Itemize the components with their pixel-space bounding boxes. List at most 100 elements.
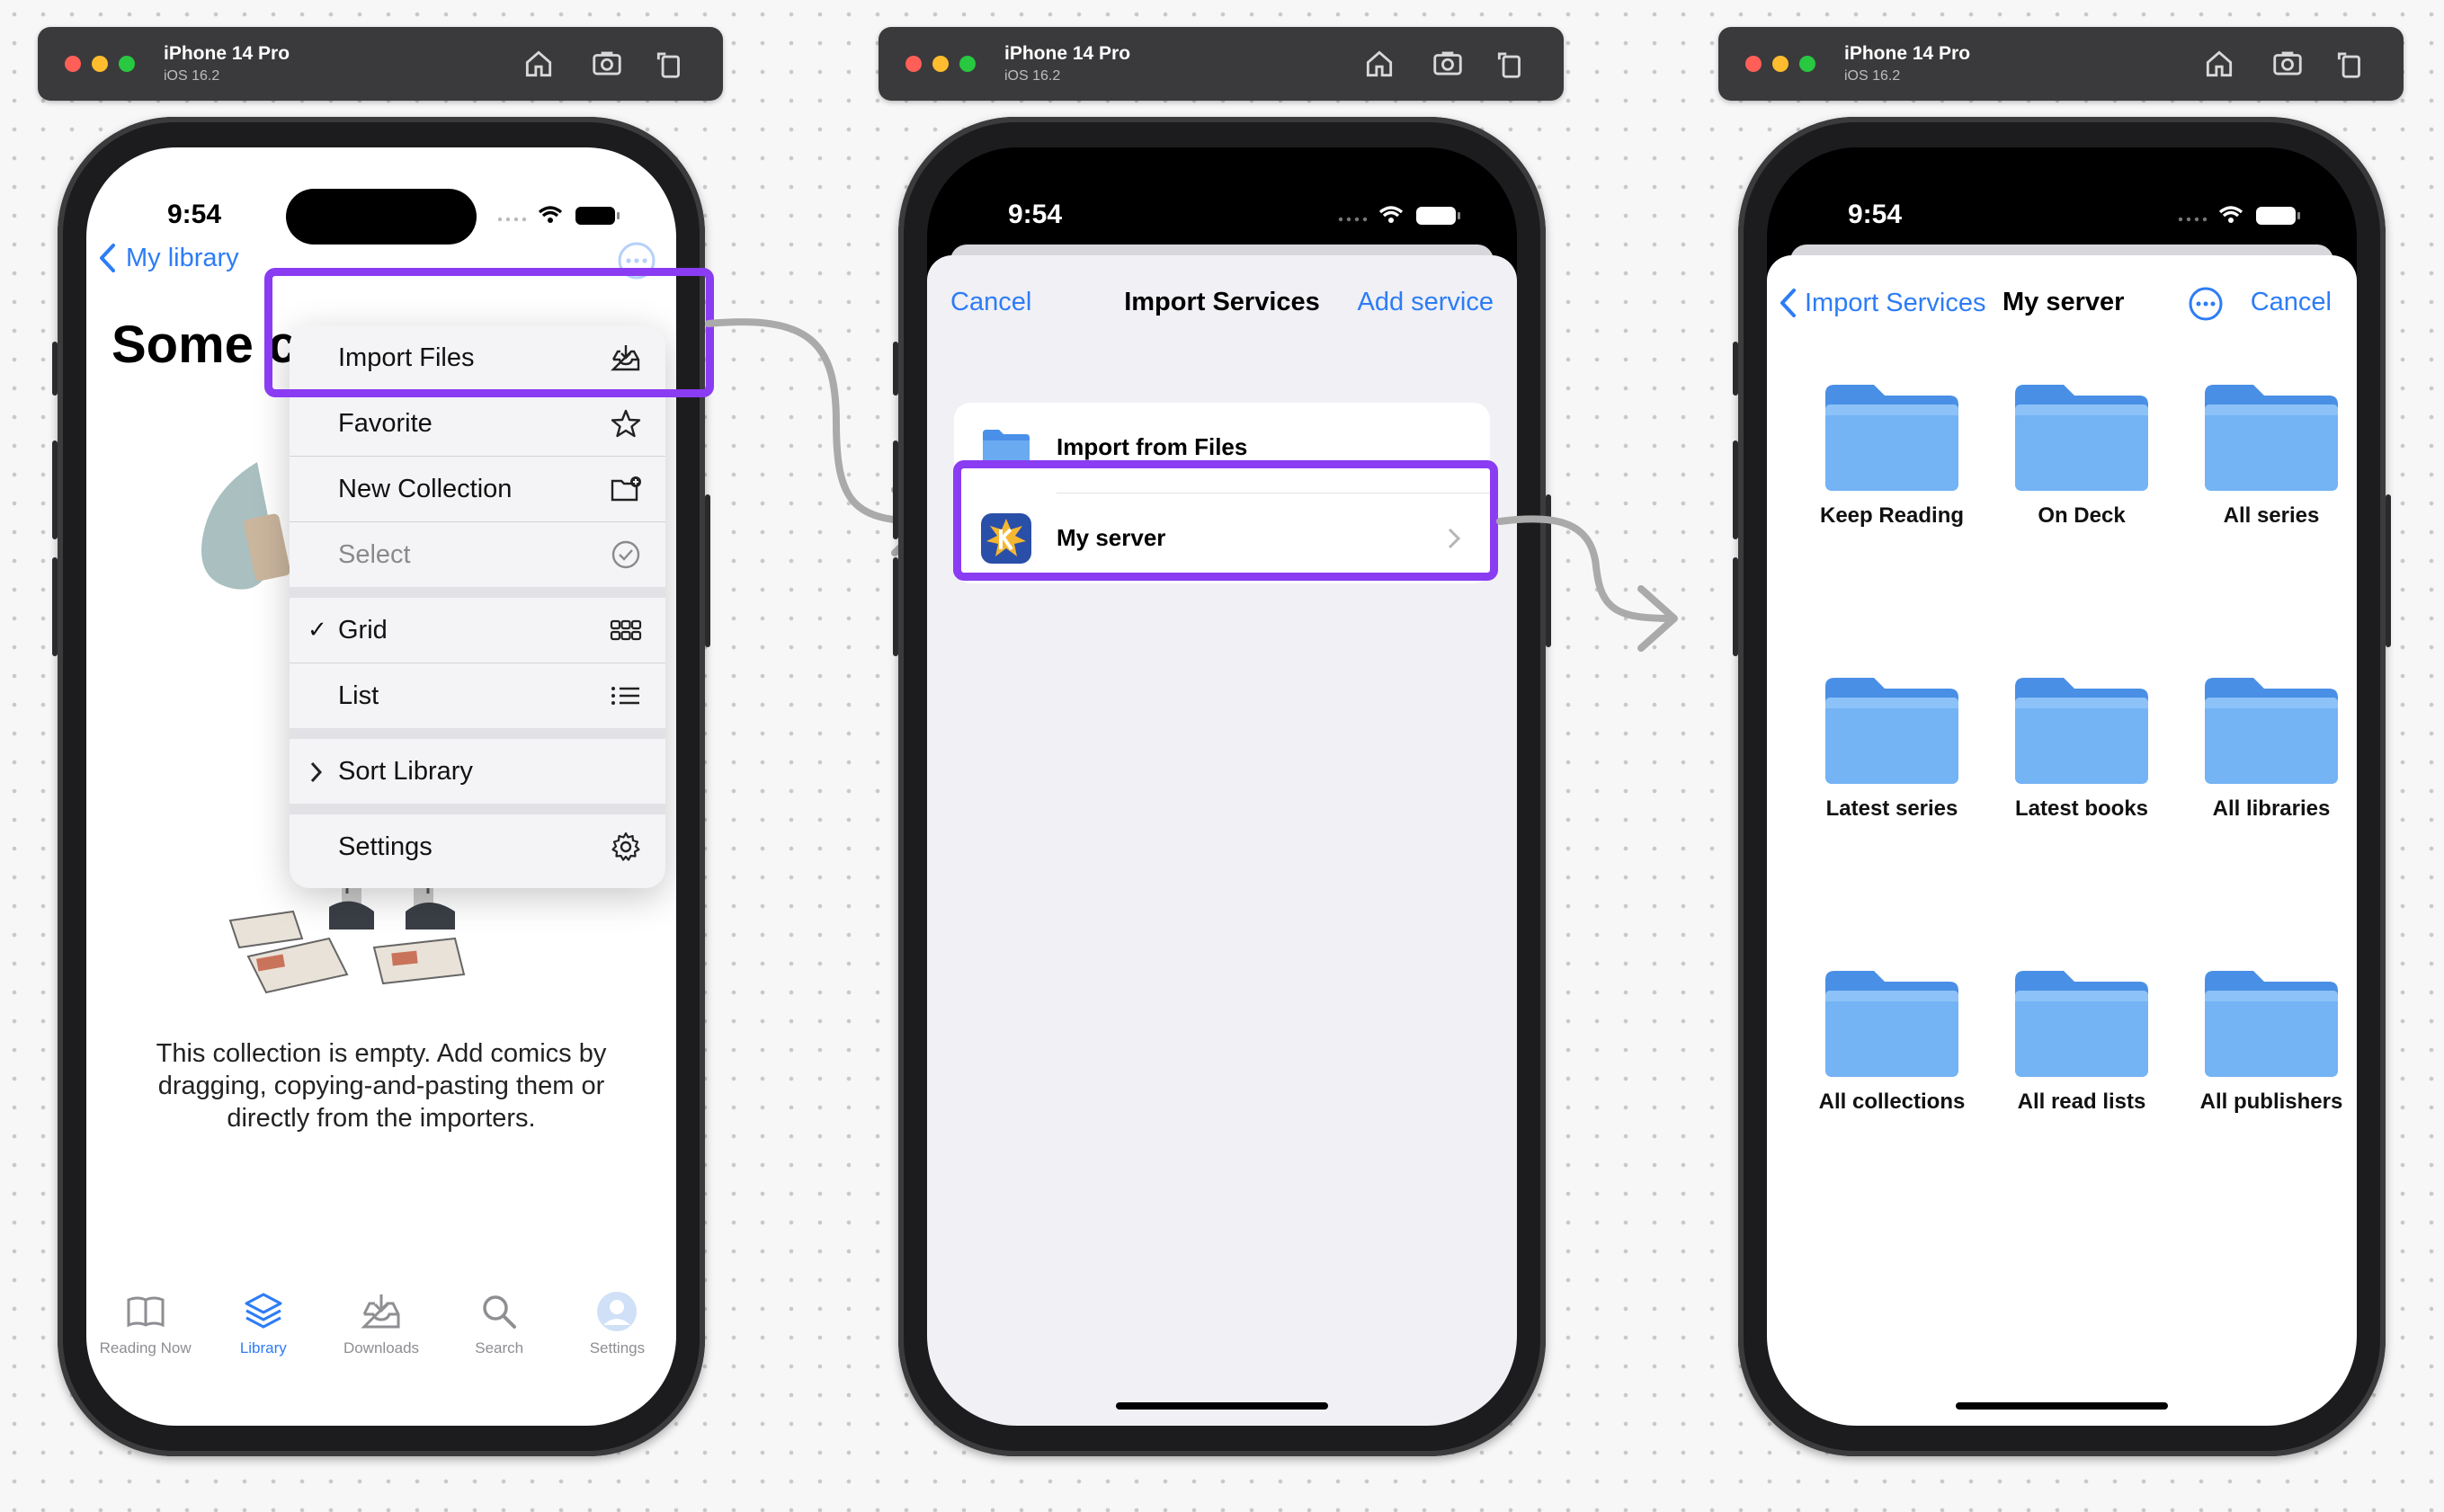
tab-search[interactable]: Search	[441, 1273, 558, 1381]
tab-label: Library	[239, 1339, 287, 1356]
zoom-window-button[interactable]	[119, 56, 135, 72]
menu-item-select: Select	[290, 522, 665, 587]
folder-item[interactable]: All libraries	[2177, 669, 2357, 822]
folder-item[interactable]: Latest series	[1797, 669, 1986, 822]
home-indicator	[1956, 1402, 2168, 1410]
close-window-button[interactable]	[905, 56, 922, 72]
star-icon	[611, 409, 641, 438]
close-window-button[interactable]	[65, 56, 81, 72]
folder-icon	[2015, 971, 2148, 1077]
folder-plus-icon	[611, 476, 641, 502]
tab-downloads[interactable]: Downloads	[322, 1273, 440, 1381]
screenshot-icon[interactable]	[590, 47, 624, 81]
status-time: 9:54	[1008, 200, 1063, 229]
rotate-icon[interactable]	[653, 47, 687, 81]
magnifier-icon	[483, 1295, 517, 1329]
menu-item-new-collection[interactable]: New Collection	[290, 457, 665, 521]
folder-label: All read lists	[2017, 1090, 2146, 1114]
folder-label: Keep Reading	[1819, 503, 1965, 528]
os-version: iOS 16.2	[164, 68, 220, 84]
simulator-window-2: iPhone 14 Pro iOS 16.2 9:54 Cancel Impor…	[841, 0, 1650, 1512]
checkmark-icon: ✓	[308, 616, 327, 643]
folder-label: Latest books	[2014, 796, 2149, 821]
folder-label: All publishers	[2199, 1090, 2343, 1114]
home-icon[interactable]	[522, 47, 556, 81]
rotate-icon[interactable]	[1494, 47, 1528, 81]
tab-label: Settings	[589, 1339, 646, 1356]
phone-screen: 9:54 Import Services My server Cancel Ke…	[1767, 147, 2357, 1426]
folder-item[interactable]: All collections	[1797, 962, 1986, 1115]
zoom-window-button[interactable]	[959, 56, 976, 72]
status-time: 9:54	[167, 200, 222, 229]
folder-item[interactable]: All series	[2177, 376, 2357, 529]
minimize-window-button[interactable]	[932, 56, 949, 72]
gear-icon	[611, 832, 640, 861]
menu-item-settings[interactable]: Settings	[290, 814, 665, 879]
folder-item[interactable]: All read lists	[1987, 962, 2176, 1115]
tab-library[interactable]: Library	[204, 1273, 322, 1381]
zoom-window-button[interactable]	[1799, 56, 1815, 72]
folder-item[interactable]: All publishers	[2177, 962, 2357, 1115]
folder-icon	[2205, 385, 2338, 491]
chevron-left-icon	[100, 244, 115, 272]
close-window-button[interactable]	[1745, 56, 1762, 72]
simulator-titlebar: iPhone 14 Pro iOS 16.2	[38, 27, 723, 101]
chevron-right-icon	[310, 761, 323, 783]
more-icon[interactable]	[2188, 286, 2224, 322]
status-icons	[1338, 206, 1460, 225]
folder-item[interactable]: Keep Reading	[1797, 376, 1986, 529]
rotate-icon[interactable]	[2333, 47, 2368, 81]
back-button[interactable]: Import Services	[1778, 288, 1985, 318]
empty-message: This collection is empty. Add comics by …	[156, 1039, 607, 1133]
menu-item-list[interactable]: List	[290, 663, 665, 728]
add-service-button[interactable]: Add service	[1357, 288, 1494, 317]
back-button[interactable]: My library	[97, 243, 239, 273]
screenshot-icon[interactable]	[1431, 47, 1465, 81]
menu-item-import-files[interactable]: Import Files	[290, 325, 665, 390]
device-name: iPhone 14 Pro	[164, 43, 290, 64]
home-icon[interactable]	[1362, 47, 1396, 81]
tab-bar: Reading Now Library Downloads Search Set…	[86, 1273, 676, 1381]
import-services-sheet: Cancel Import Services Add service Impor…	[927, 255, 1517, 1426]
tab-label: Search	[475, 1339, 524, 1356]
context-menu: Import Files Favorite New Collection Sel…	[290, 325, 665, 888]
status-icons	[497, 206, 620, 225]
screenshot-icon[interactable]	[2270, 47, 2305, 81]
folder-item[interactable]: Latest books	[1987, 669, 2176, 822]
home-icon[interactable]	[2202, 47, 2236, 81]
simulator-window-3: iPhone 14 Pro iOS 16.2 9:54 Import Servi…	[1681, 0, 2444, 1512]
tab-label: Reading Now	[99, 1339, 192, 1356]
sheet-title: My server	[2002, 288, 2125, 316]
flow-arrow-2	[1496, 515, 1678, 652]
folder-icon	[1825, 385, 1958, 491]
iphone-frame: 9:54 My library Some c This collection i…	[52, 117, 710, 1456]
menu-item-sort-library[interactable]: Sort Library	[290, 739, 665, 804]
os-version: iOS 16.2	[1844, 68, 1901, 84]
status-icons	[2178, 206, 2300, 225]
row-my-server[interactable]: My server	[954, 494, 1490, 583]
minimize-window-button[interactable]	[1772, 56, 1788, 72]
menu-item-favorite[interactable]: Favorite	[290, 391, 665, 456]
folder-label: Latest series	[1825, 796, 1958, 821]
folder-icon	[983, 430, 1030, 467]
cancel-button[interactable]: Cancel	[2251, 288, 2332, 317]
more-icon[interactable]	[617, 241, 656, 280]
phone-screen: 9:54 Cancel Import Services Add service …	[927, 147, 1517, 1426]
folder-item[interactable]: On Deck	[1987, 376, 2176, 529]
folder-label: All collections	[1818, 1090, 1966, 1114]
simulator-titlebar: iPhone 14 Pro iOS 16.2	[879, 27, 1564, 101]
avatar-icon	[597, 1292, 638, 1331]
tab-settings[interactable]: Settings	[558, 1273, 676, 1381]
folder-icon	[2015, 385, 2148, 491]
device-name: iPhone 14 Pro	[1004, 43, 1131, 64]
stack-icon	[245, 1293, 282, 1329]
menu-item-grid[interactable]: ✓ Grid	[290, 598, 665, 663]
folder-icon	[2205, 678, 2338, 784]
simulator-titlebar: iPhone 14 Pro iOS 16.2	[1718, 27, 2404, 101]
folder-icon	[1825, 971, 1958, 1077]
row-import-from-files[interactable]: Import from Files	[954, 403, 1490, 493]
phone-screen: 9:54 My library Some c This collection i…	[86, 147, 676, 1426]
tab-reading-now[interactable]: Reading Now	[86, 1273, 204, 1381]
minimize-window-button[interactable]	[92, 56, 108, 72]
status-time: 9:54	[1848, 200, 1903, 229]
